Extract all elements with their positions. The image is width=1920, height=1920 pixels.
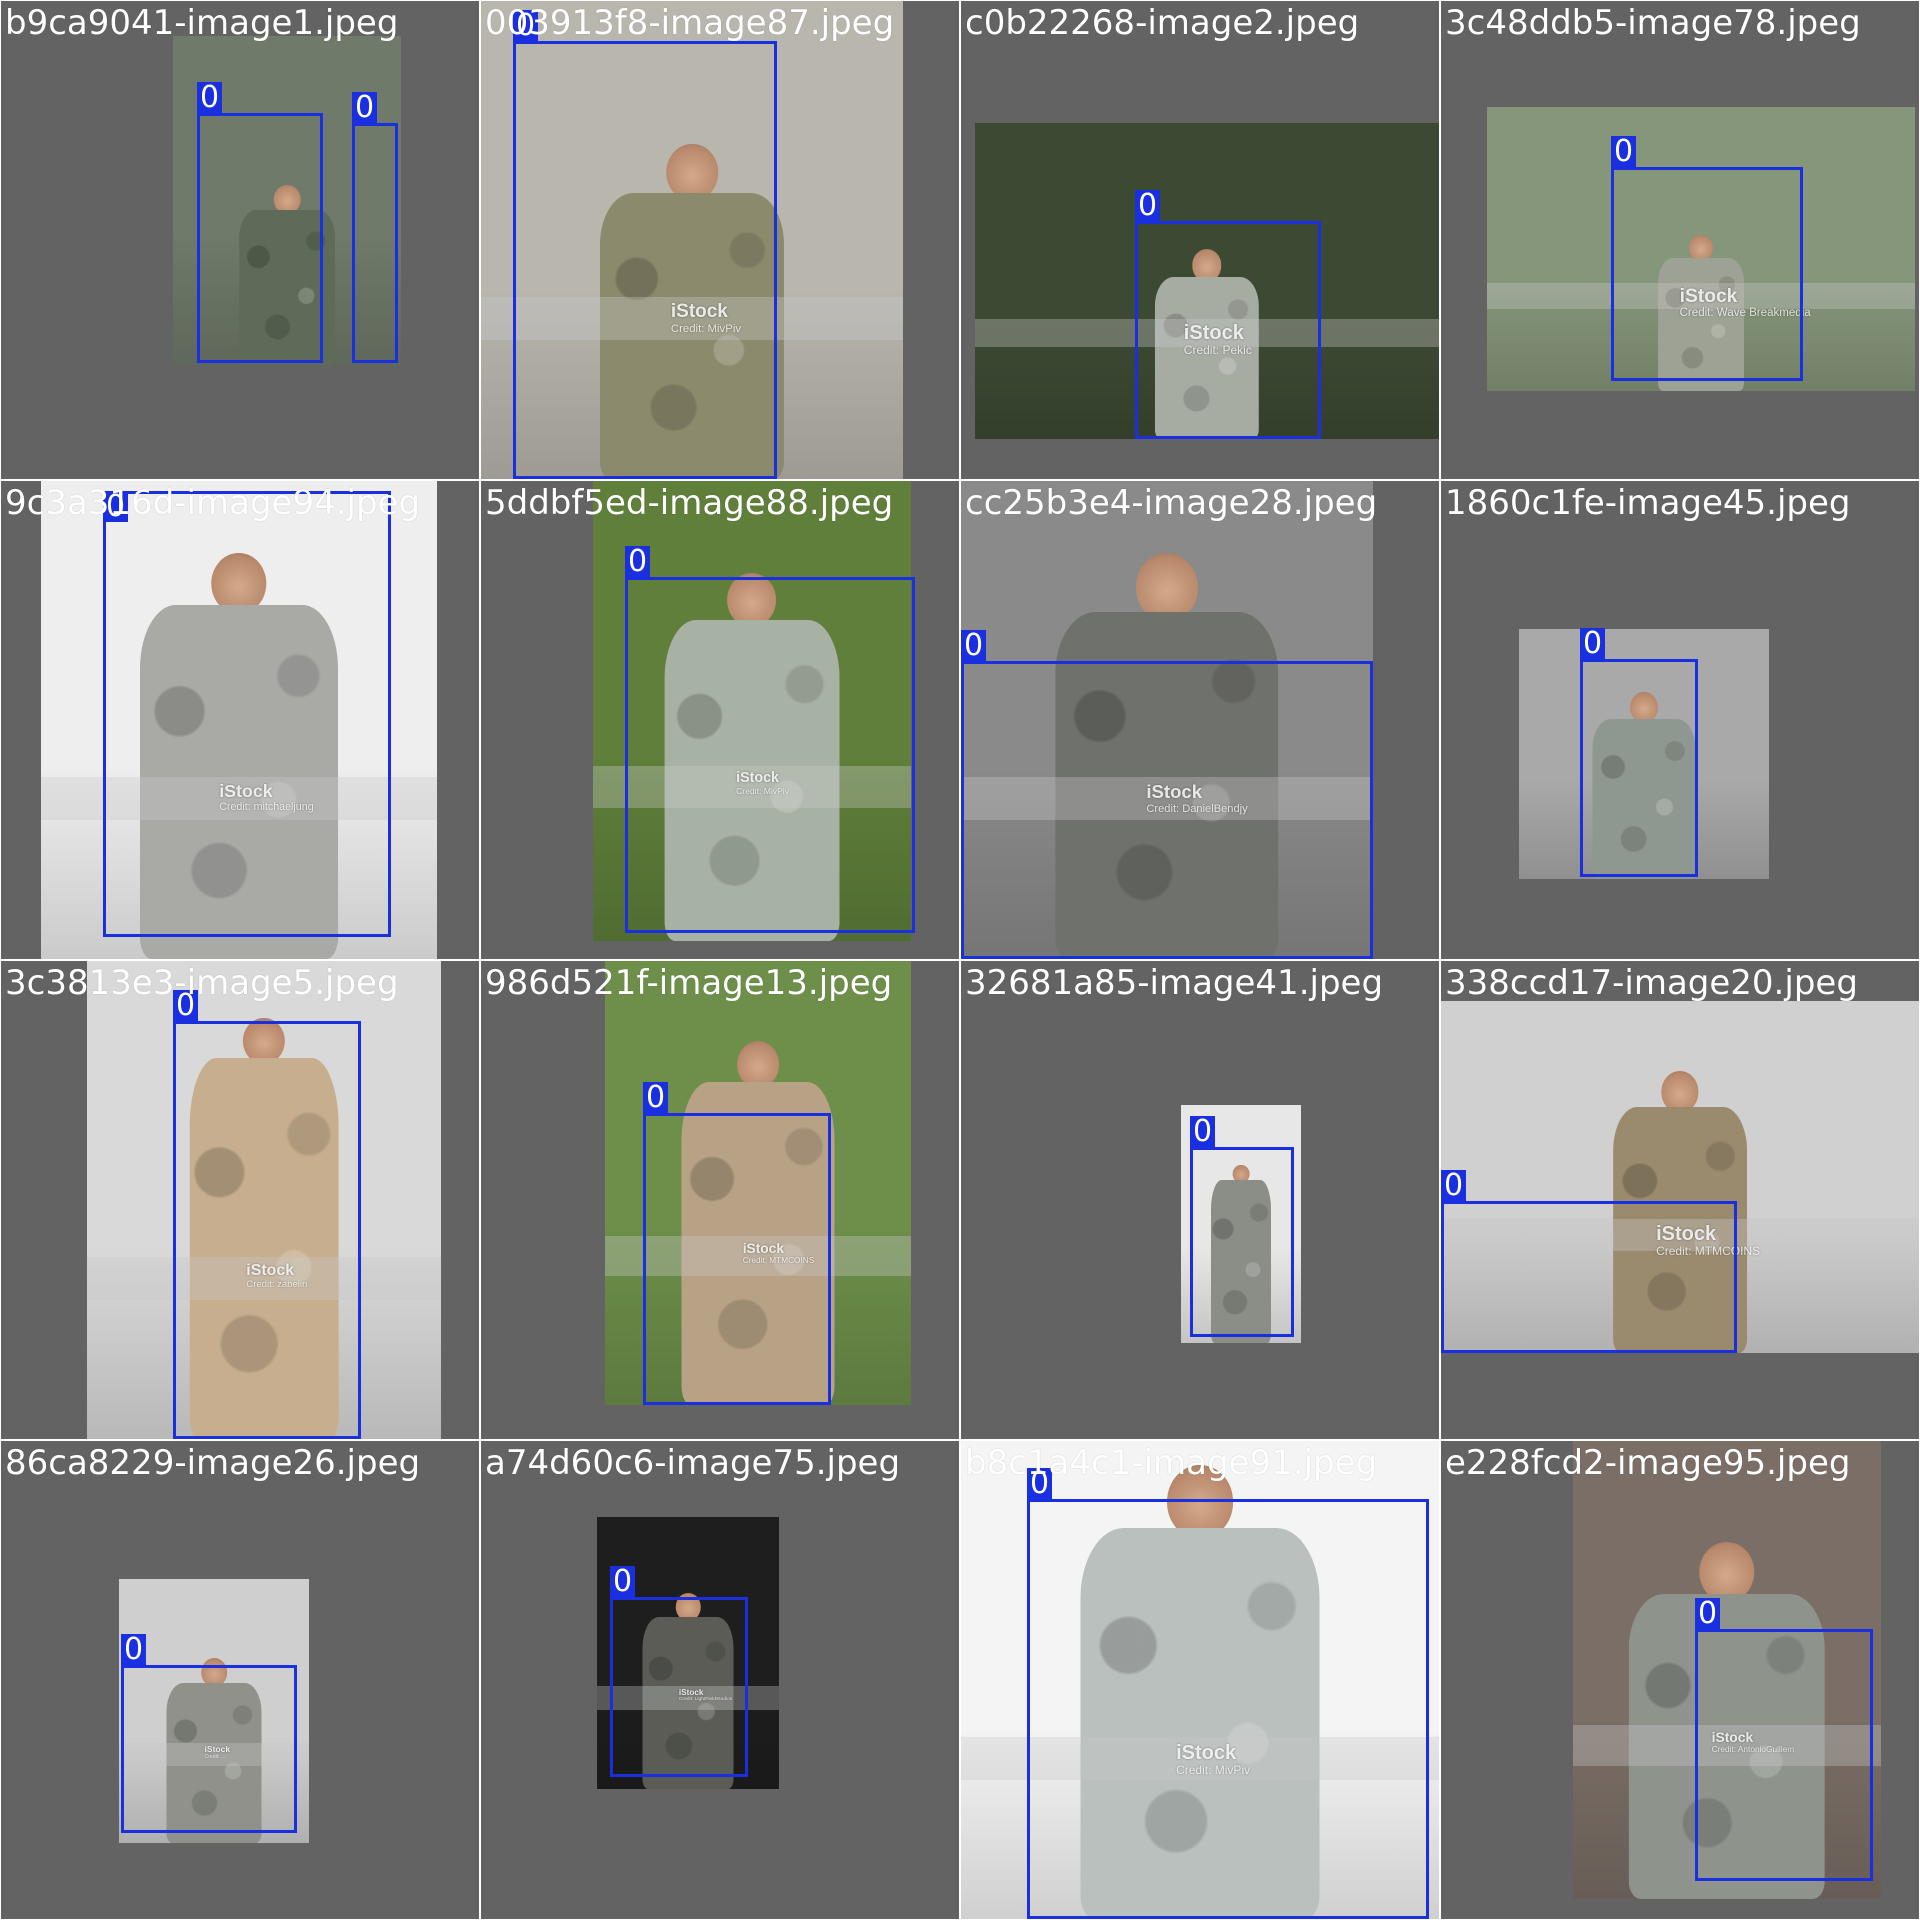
- class-id-tag: 0: [610, 1566, 636, 1597]
- detection-box[interactable]: 0: [352, 92, 398, 363]
- detection-box[interactable]: 0: [1441, 1170, 1737, 1353]
- filename-label: 5ddbf5ed-image88.jpeg: [485, 483, 894, 523]
- class-id-tag: 0: [352, 92, 378, 123]
- image-tile[interactable]: iStock Credit: ... 0 86ca8229-image26.jpeg: [1, 1441, 479, 1919]
- image-tile[interactable]: 0 0 b9ca9041-image1.jpeg: [1, 1, 479, 479]
- detection-box[interactable]: 0: [625, 546, 915, 933]
- class-id-tag: 0: [625, 546, 651, 577]
- detection-box[interactable]: 0: [1190, 1116, 1294, 1337]
- filename-label: cc25b3e4-image28.jpeg: [965, 483, 1378, 523]
- image-tile[interactable]: iStock Credit: LightFieldStudios 0 a74d60c6…: [481, 1441, 959, 1919]
- image-tile[interactable]: iStock Credit: MivPiv 0 b8c1a4c1-image91.jp…: [961, 1441, 1439, 1919]
- detection-grid: 0 0 b9ca9041-image1.jpeg iStock Credit: MivP…: [0, 0, 1920, 1920]
- image-tile[interactable]: iStock Credit: zabelin 0 3c3813e3-image5.jp…: [1, 961, 479, 1439]
- image-tile[interactable]: iStock Credit: MTMCOINS 0 338ccd17-image20.…: [1441, 961, 1919, 1439]
- filename-label: 86ca8229-image26.jpeg: [5, 1443, 421, 1483]
- image-tile[interactable]: iStock Credit: DanielBendjy 0 cc25b3e4-imag…: [961, 481, 1439, 959]
- image-tile[interactable]: iStock Credit: Pekic 0 c0b22268-image2.jpeg: [961, 1, 1439, 479]
- detection-box[interactable]: 0: [103, 491, 391, 937]
- class-id-tag: 0: [1580, 628, 1606, 659]
- image-tile[interactable]: 0 1860c1fe-image45.jpeg: [1441, 481, 1919, 959]
- filename-label: 3c3813e3-image5.jpeg: [5, 963, 399, 1003]
- class-id-tag: 0: [643, 1082, 669, 1113]
- filename-label: b8c1a4c1-image91.jpeg: [965, 1443, 1378, 1483]
- class-id-tag: 0: [1135, 190, 1161, 221]
- detection-box[interactable]: 0: [513, 10, 777, 479]
- detection-box[interactable]: 0: [961, 630, 1373, 959]
- filename-label: b9ca9041-image1.jpeg: [5, 3, 399, 43]
- detection-box[interactable]: 0: [121, 1634, 297, 1833]
- filename-label: 338ccd17-image20.jpeg: [1445, 963, 1858, 1003]
- class-id-tag: 0: [961, 630, 987, 661]
- image-tile[interactable]: iStock Credit: mitchaeljung 0 9c3a316d-imag…: [1, 481, 479, 959]
- detection-box[interactable]: 0: [1027, 1468, 1429, 1919]
- image-tile[interactable]: iStock Credit: MivPiv 0 003913f8-image87.jp…: [481, 1, 959, 479]
- class-id-tag: 0: [1190, 1116, 1216, 1147]
- image-tile[interactable]: iStock Credit: Wave Breakmedia 0 3c48ddb5-i…: [1441, 1, 1919, 479]
- detection-box[interactable]: 0: [173, 990, 361, 1439]
- detection-box[interactable]: 0: [1695, 1598, 1873, 1881]
- filename-label: 003913f8-image87.jpeg: [485, 3, 895, 43]
- filename-label: 1860c1fe-image45.jpeg: [1445, 483, 1851, 523]
- filename-label: c0b22268-image2.jpeg: [965, 3, 1360, 43]
- class-id-tag: 0: [121, 1634, 147, 1665]
- image-tile[interactable]: iStock Credit: MivPiv 0 5ddbf5ed-image88.jp…: [481, 481, 959, 959]
- image-tile[interactable]: iStock Credit: MTMCOINS 0 986d521f-image13.…: [481, 961, 959, 1439]
- filename-label: 32681a85-image41.jpeg: [965, 963, 1384, 1003]
- detection-box[interactable]: 0: [1611, 136, 1803, 381]
- detection-box[interactable]: 0: [1580, 628, 1698, 877]
- filename-label: 9c3a316d-image94.jpeg: [5, 483, 421, 523]
- filename-label: a74d60c6-image75.jpeg: [485, 1443, 901, 1483]
- detection-box[interactable]: 0: [197, 82, 323, 363]
- detection-box[interactable]: 0: [1135, 190, 1321, 439]
- detection-box[interactable]: 0: [610, 1566, 748, 1777]
- detection-box[interactable]: 0: [643, 1082, 831, 1405]
- image-tile[interactable]: 0 32681a85-image41.jpeg: [961, 961, 1439, 1439]
- filename-label: 3c48ddb5-image78.jpeg: [1445, 3, 1861, 43]
- class-id-tag: 0: [1695, 1598, 1721, 1629]
- filename-label: 986d521f-image13.jpeg: [485, 963, 893, 1003]
- class-id-tag: 0: [1441, 1170, 1467, 1201]
- filename-label: e228fcd2-image95.jpeg: [1445, 1443, 1851, 1483]
- image-tile[interactable]: iStock Credit: AntonioGuillem 0 e228fcd2-im…: [1441, 1441, 1919, 1919]
- class-id-tag: 0: [1611, 136, 1637, 167]
- class-id-tag: 0: [197, 82, 223, 113]
